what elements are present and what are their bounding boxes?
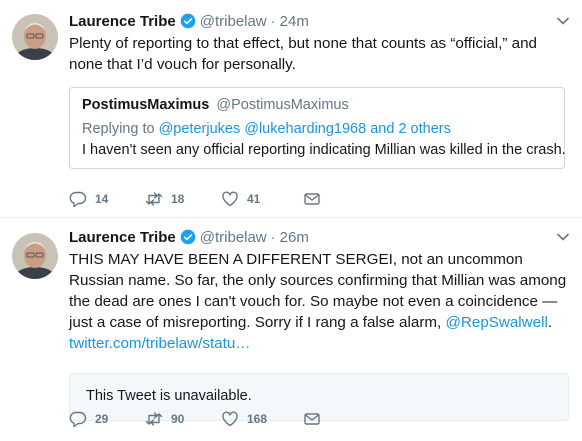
verified-badge-icon [180,229,196,245]
replying-to-line: Replying to @peterjukes @lukeharding1968… [82,121,552,137]
timestamp[interactable]: 24m [280,13,309,30]
replying-to-others[interactable]: and 2 others [370,121,451,137]
tweet-text: Plenty of reporting to that effect, but … [69,35,538,73]
mention-link[interactable]: @RepSwalwell [445,314,547,331]
tweet[interactable]: Laurence Tribe @tribelaw · 26m THIS MAY … [0,219,582,441]
reply-icon [69,191,87,207]
caret-down-icon[interactable] [556,232,570,242]
like-count: 168 [247,412,268,426]
retweet-icon [145,192,163,206]
reply-count: 29 [95,412,109,426]
retweet-count: 90 [171,412,185,426]
direct-message-button[interactable] [303,191,321,207]
tweet-actions: 29 90 168 [69,411,321,427]
replying-to-label: Replying to [82,121,155,137]
author-handle[interactable]: @tribelaw [200,229,267,246]
replying-to-mentions[interactable]: @peterjukes @lukeharding1968 [159,121,367,137]
timestamp[interactable]: 26m [280,229,309,246]
retweet-count: 18 [171,192,185,206]
direct-message-icon [304,413,320,425]
like-button[interactable]: 168 [221,411,303,427]
reply-button[interactable]: 14 [69,191,145,207]
quote-author-name: PostimusMaximus [82,97,210,113]
caret-down-icon[interactable] [556,16,570,26]
retweet-icon [145,412,163,426]
author-handle[interactable]: @tribelaw [200,13,267,30]
tweet[interactable]: Laurence Tribe @tribelaw · 24m Plenty of… [0,0,582,218]
reply-icon [69,411,87,427]
retweet-button[interactable]: 90 [145,411,221,427]
reply-count: 14 [95,192,109,206]
tweet-text-end: . [547,314,553,331]
quoted-tweet[interactable]: PostimusMaximus @PostimusMaximus Replyin… [69,87,566,169]
direct-message-button[interactable] [303,411,321,427]
like-count: 41 [247,192,261,206]
separator-dot: · [270,12,276,30]
reply-button[interactable]: 29 [69,411,145,427]
author-name[interactable]: Laurence Tribe [69,229,176,246]
retweet-button[interactable]: 18 [145,191,221,207]
quote-author-handle: @PostimusMaximus [216,97,349,113]
like-icon [222,191,238,207]
avatar[interactable] [12,14,58,60]
quote-header: PostimusMaximus @PostimusMaximus [82,97,552,116]
verified-badge-icon [180,13,196,29]
avatar[interactable] [12,233,58,279]
tweet-header: Laurence Tribe @tribelaw · 24m [69,10,570,32]
direct-message-icon [304,193,320,205]
like-icon [222,411,238,427]
quote-text: I haven't seen any official reporting in… [82,142,566,158]
tweet-text: THIS MAY HAVE BEEN A DIFFERENT SERGEI, n… [69,249,570,354]
like-button[interactable]: 41 [221,191,303,207]
separator-dot: · [270,228,276,246]
tweet-header: Laurence Tribe @tribelaw · 26m [69,226,570,248]
status-url-link[interactable]: twitter.com/tribelaw/statu… [69,335,250,352]
tweet-actions: 14 18 41 [69,191,321,207]
author-name[interactable]: Laurence Tribe [69,13,176,30]
